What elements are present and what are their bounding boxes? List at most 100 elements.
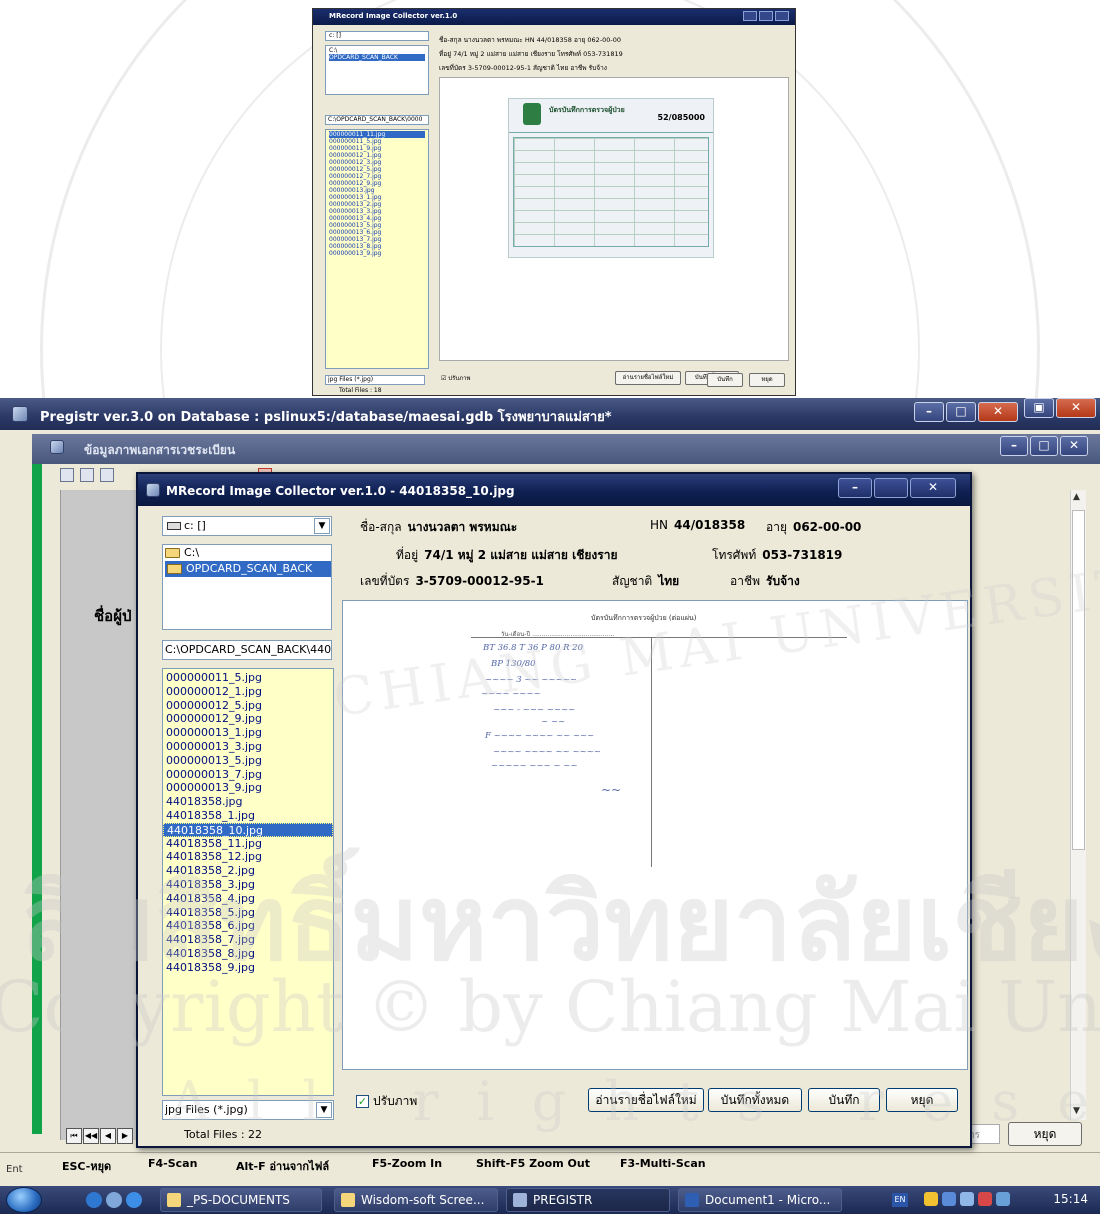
- file-item[interactable]: 44018358.jpg: [163, 795, 333, 809]
- restore-icon[interactable]: ▣: [1024, 398, 1054, 418]
- ie-icon[interactable]: [86, 1192, 102, 1208]
- file-item[interactable]: 000000013_9.jpg: [163, 781, 333, 795]
- folder-icon: [167, 1193, 181, 1207]
- task-document1[interactable]: Document1 - Micro...: [678, 1188, 842, 1212]
- close-icon[interactable]: ✕: [978, 402, 1018, 422]
- registr-stop-button[interactable]: หยุด: [1008, 1122, 1082, 1146]
- fkey-f4[interactable]: F4-Scan: [148, 1157, 197, 1170]
- file-type-combo[interactable]: jpg Files (*.jpg) ▼: [162, 1100, 334, 1120]
- file-item[interactable]: 000000011_5.jpg: [163, 671, 333, 685]
- file-item[interactable]: 44018358_7.jpg: [163, 933, 333, 947]
- book-icon[interactable]: [100, 468, 114, 482]
- language-indicator[interactable]: EN: [892, 1193, 908, 1207]
- scroll-down-icon[interactable]: ▼: [1073, 1106, 1080, 1116]
- fkey-f5[interactable]: F5-Zoom In: [372, 1157, 442, 1170]
- security-icon[interactable]: [978, 1192, 992, 1206]
- file-item[interactable]: 44018358_1.jpg: [163, 809, 333, 823]
- system-tray: EN 15:14: [880, 1186, 1100, 1214]
- hand-icon[interactable]: [924, 1192, 938, 1206]
- network-icon[interactable]: [106, 1192, 122, 1208]
- scrollbar-thumb[interactable]: [1072, 510, 1085, 850]
- task-pregistr[interactable]: PREGISTR: [506, 1188, 670, 1212]
- fkey-alt-f[interactable]: Alt-F อ่านจากไฟล์: [236, 1157, 329, 1175]
- subwindow-title: ข้อมูลภาพเอกสารเวชระเบียน: [84, 443, 236, 457]
- preview-file-item: 000000013_1.jpg: [329, 194, 382, 201]
- folder-list[interactable]: C:\ OPDCARD_SCAN_BACK: [162, 544, 332, 630]
- save-all-button[interactable]: บันทึกทั้งหมด: [708, 1088, 802, 1112]
- save-button[interactable]: บันทึก: [808, 1088, 880, 1112]
- volume-icon[interactable]: [996, 1192, 1010, 1206]
- info-address: ที่อยู่ 74/1 หมู่ 2 แม่สาย แม่สาย เชียงรา…: [396, 548, 618, 562]
- task-ps-documents[interactable]: _PS-DOCUMENTS: [160, 1188, 322, 1212]
- file-item[interactable]: 44018358_12.jpg: [163, 850, 333, 864]
- file-item[interactable]: 44018358_11.jpg: [163, 837, 333, 851]
- open-folder-icon: [167, 564, 182, 574]
- page-icon[interactable]: [80, 468, 94, 482]
- pregistr-window-controls: – □ ✕: [914, 402, 1018, 422]
- fkey-shift-f5[interactable]: Shift-F5 Zoom Out: [476, 1157, 590, 1170]
- first-record-icon[interactable]: ⏮: [66, 1128, 82, 1144]
- file-item[interactable]: 000000013_5.jpg: [163, 754, 333, 768]
- sub-minimize-icon[interactable]: –: [1000, 436, 1028, 456]
- image-viewer[interactable]: บัตรบันทึกการตรวจผู้ป่วย (ต่อแผ่น) วัน-เ…: [342, 600, 968, 1070]
- preview-card-grid: [513, 137, 709, 247]
- file-item[interactable]: 44018358_5.jpg: [163, 906, 333, 920]
- enter-label: Ent: [6, 1164, 23, 1175]
- folder-item-opdcard[interactable]: OPDCARD_SCAN_BACK: [165, 561, 331, 577]
- file-item[interactable]: 44018358_9.jpg: [163, 961, 333, 975]
- network-tray-icon[interactable]: [942, 1192, 956, 1206]
- start-button-icon[interactable]: [6, 1187, 42, 1213]
- preview-card-number: 52/085000: [657, 113, 705, 122]
- total-files: Total Files : 22: [184, 1128, 263, 1141]
- arrow-icon[interactable]: [60, 468, 74, 482]
- sub-maximize-icon[interactable]: □: [1030, 436, 1058, 456]
- outer-close-icon[interactable]: ✕: [1056, 398, 1096, 418]
- drive-combo[interactable]: c: [] ▼: [162, 516, 332, 536]
- patient-name-label: ชื่อผู้ป่: [94, 607, 132, 625]
- file-item[interactable]: 000000012_9.jpg: [163, 712, 333, 726]
- fkey-f3[interactable]: F3-Multi-Scan: [620, 1157, 706, 1170]
- file-item[interactable]: 000000013_3.jpg: [163, 740, 333, 754]
- file-list[interactable]: 000000011_5.jpg 000000012_1.jpg 000000012_…: [162, 668, 334, 1096]
- handwriting: ~~~ - ~~~ ~~~~: [493, 705, 576, 715]
- minimize-icon[interactable]: –: [914, 402, 944, 422]
- scroll-up-icon[interactable]: ▲: [1073, 492, 1080, 502]
- app-icon: [12, 406, 28, 422]
- file-item[interactable]: 000000012_1.jpg: [163, 685, 333, 699]
- file-item[interactable]: 000000013_1.jpg: [163, 726, 333, 740]
- preview-title-bar: MRecord Image Collector ver.1.0: [313, 9, 795, 25]
- file-item-selected[interactable]: 44018358_10.jpg: [163, 822, 333, 837]
- chevron-down-icon[interactable]: ▼: [314, 518, 330, 534]
- maximize-icon[interactable]: □: [946, 402, 976, 422]
- file-item[interactable]: 000000012_5.jpg: [163, 699, 333, 713]
- file-item[interactable]: 44018358_4.jpg: [163, 892, 333, 906]
- dialog-maximize-icon[interactable]: ​: [874, 478, 908, 498]
- preview-file-item: 000000012_3.jpg: [329, 159, 382, 166]
- file-item[interactable]: 44018358_8.jpg: [163, 947, 333, 961]
- sub-close-icon[interactable]: ✕: [1060, 436, 1088, 456]
- file-item[interactable]: 44018358_6.jpg: [163, 919, 333, 933]
- outer-window-controls: ▣ ✕: [1024, 398, 1096, 418]
- handwriting: ~~~~ ~~~~: [481, 689, 541, 699]
- file-item[interactable]: 000000013_7.jpg: [163, 768, 333, 782]
- file-item[interactable]: 44018358_2.jpg: [163, 864, 333, 878]
- vertical-scrollbar[interactable]: ▲ ▼: [1070, 490, 1086, 1120]
- chevron-down-icon[interactable]: ▼: [316, 1102, 332, 1118]
- stop-button[interactable]: หยุด: [886, 1088, 958, 1112]
- read-filelist-button[interactable]: อ่านรายชื่อไฟล์ใหม่: [588, 1088, 704, 1112]
- preview-card-title: บัตรบันทึกการตรวจผู้ป่วย: [549, 106, 625, 114]
- task-wisdom-soft[interactable]: Wisdom-soft Scree...: [334, 1188, 498, 1212]
- next-record-icon[interactable]: ▶: [117, 1128, 133, 1144]
- adjust-image-checkbox[interactable]: ✓ ปรับภาพ: [356, 1092, 417, 1111]
- browser-icon[interactable]: [126, 1192, 142, 1208]
- handwriting: BT 36.8 T 36 P 80 R 20: [483, 643, 583, 653]
- folder-item-root[interactable]: C:\: [163, 545, 331, 561]
- fkey-esc[interactable]: ESC-หยุด: [62, 1157, 111, 1175]
- monitor-icon[interactable]: [960, 1192, 974, 1206]
- dialog-minimize-icon[interactable]: –: [838, 478, 872, 498]
- prev-page-icon[interactable]: ◀◀: [83, 1128, 99, 1144]
- prev-record-icon[interactable]: ◀: [100, 1128, 116, 1144]
- info-hn: HN 44/018358: [650, 518, 746, 532]
- dialog-close-icon[interactable]: ✕: [910, 478, 956, 498]
- file-item[interactable]: 44018358_3.jpg: [163, 878, 333, 892]
